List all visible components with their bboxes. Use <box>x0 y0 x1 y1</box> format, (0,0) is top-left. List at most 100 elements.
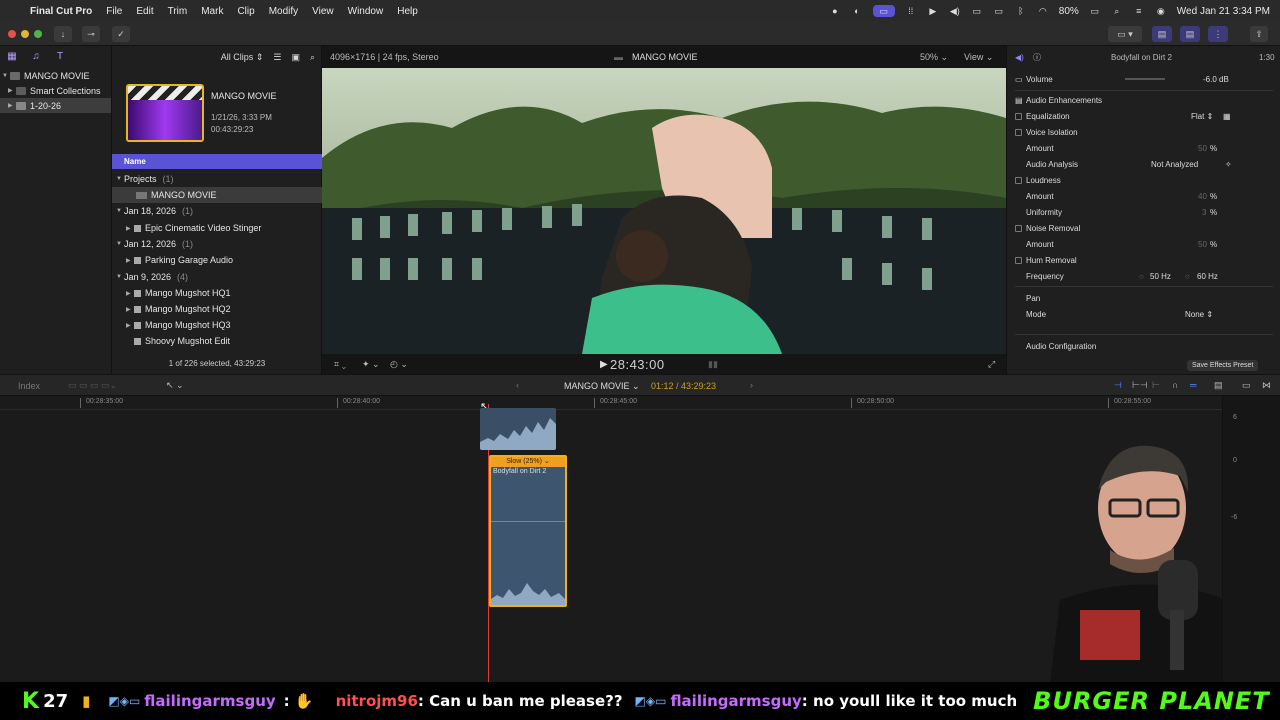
clip-appearance-icon[interactable]: ▣ <box>291 52 300 63</box>
clock[interactable]: Wed Jan 21 3:34 PM <box>1177 6 1270 17</box>
noise-removal-checkbox[interactable] <box>1015 224 1022 232</box>
enhance-tool-icon[interactable]: ✦ ⌄ <box>362 359 380 370</box>
library-item-smart-collections[interactable]: ▶ Smart Collections <box>0 83 111 98</box>
wifi-icon[interactable]: ◠ <box>1037 5 1049 17</box>
fullscreen-icon[interactable]: ⤢ <box>988 359 995 370</box>
inspector-toggle-icon[interactable]: ⋮ <box>1208 26 1228 42</box>
search-icon[interactable]: ⌕ <box>310 52 315 63</box>
record-icon[interactable]: ● <box>829 5 841 17</box>
headphones-icon[interactable]: ∩ <box>1172 380 1178 390</box>
solo-icon[interactable]: ⊢ <box>1152 380 1160 391</box>
equalization-popup[interactable]: Flat ⇕ <box>1191 112 1213 121</box>
pan-header[interactable]: Pan <box>1026 294 1040 303</box>
list-item-mugshot-hq2[interactable]: ▶ Mango Mugshot HQ2 <box>112 301 322 317</box>
zoom-window-button[interactable] <box>34 30 42 38</box>
transitions-browser-icon[interactable]: ⋈ <box>1262 380 1271 391</box>
control-center-icon[interactable]: ≡ <box>1133 5 1145 17</box>
volume-disclosure-icon[interactable]: ▭ <box>1015 75 1023 84</box>
zoom-popup[interactable]: 50% ⌄ <box>920 52 948 63</box>
menu-help[interactable]: Help <box>397 6 418 17</box>
audio-inspector-tab-icon[interactable]: ◀) <box>1015 53 1024 62</box>
audio-configuration-header[interactable]: Audio Configuration <box>1026 342 1096 351</box>
menu-edit[interactable]: Edit <box>136 6 153 17</box>
list-item-mugshot-hq3[interactable]: ▶ Mango Mugshot HQ3 <box>112 317 322 333</box>
volume-icon[interactable]: ◀) <box>949 5 961 17</box>
play-circle-icon[interactable]: ▶ <box>927 5 939 17</box>
edit-tools-icon[interactable]: ▭ ▭ ▭ ▭⌄ <box>68 380 117 391</box>
view-popup[interactable]: View ⌄ <box>964 52 993 63</box>
menu-trim[interactable]: Trim <box>168 6 188 17</box>
list-item-parking-garage-audio[interactable]: ▶ Parking Garage Audio <box>112 252 322 268</box>
timeline-project-name[interactable]: MANGO MOVIE ⌄ <box>564 381 640 392</box>
monitor-icon[interactable]: ▭ <box>993 5 1005 17</box>
clip-appearance-icon[interactable]: ▤ <box>1214 380 1223 391</box>
clip-filter-popup[interactable]: All Clips ⇕ <box>221 52 264 63</box>
hum-removal-checkbox[interactable] <box>1015 256 1022 264</box>
transform-tool-icon[interactable]: ⌗ ⌄ <box>334 359 346 370</box>
speed-tool-icon[interactable]: ◴ ⌄ <box>390 359 408 370</box>
timeline-back-icon[interactable]: ‹ <box>516 380 519 390</box>
list-item-mango-movie-project[interactable]: MANGO MOVIE <box>112 187 322 203</box>
nr-amount-value[interactable]: 50 <box>1198 240 1207 249</box>
menu-clip[interactable]: Clip <box>237 6 254 17</box>
freq-50-radio[interactable]: ○ <box>1139 272 1144 281</box>
project-thumbnail[interactable] <box>126 84 204 142</box>
timeline-index-button[interactable]: Index <box>18 381 40 391</box>
info-inspector-tab-icon[interactable]: ⓘ <box>1033 52 1041 63</box>
timecode-display[interactable]: 28:43:00 <box>610 357 665 372</box>
app-name-menu[interactable]: Final Cut Pro <box>30 6 92 17</box>
timeline-forward-icon[interactable]: › <box>750 380 753 390</box>
timeline-toggle-icon[interactable]: ▤ <box>1180 26 1200 42</box>
analyze-icon[interactable]: ✧ <box>1225 160 1232 169</box>
volume-value[interactable]: -6.0 dB <box>1203 75 1229 84</box>
list-view-icon[interactable]: ☰ <box>273 52 281 63</box>
close-window-button[interactable] <box>8 30 16 38</box>
background-tasks-icon[interactable]: ✓ <box>112 26 130 42</box>
menu-file[interactable]: File <box>106 6 122 17</box>
group-jan-18[interactable]: ▼ Jan 18, 2026 (1) <box>112 203 322 219</box>
loudness-checkbox[interactable] <box>1015 176 1022 184</box>
menu-view[interactable]: View <box>312 6 334 17</box>
play-button[interactable]: ▶ <box>600 359 608 370</box>
grid-icon[interactable]: ⁞⁞ <box>905 5 917 17</box>
screen-share-icon[interactable]: ▭ <box>872 5 895 17</box>
menu-modify[interactable]: Modify <box>269 6 298 17</box>
share-icon[interactable]: ⇪ <box>1250 26 1268 42</box>
select-tool-icon[interactable]: ↖ ⌄ <box>166 380 184 391</box>
library-item-event[interactable]: ▶ 1-20-26 <box>0 98 111 113</box>
group-projects[interactable]: ▼ Projects (1) <box>112 171 322 187</box>
timeline-ruler[interactable]: 00:28:35:00 00:28:40:00 00:28:45:00 00:2… <box>0 396 1222 410</box>
video-frame[interactable] <box>322 68 1006 354</box>
battery-icon[interactable]: ▭ <box>1089 5 1101 17</box>
eq-graph-icon[interactable]: ▦ <box>1223 112 1231 121</box>
list-item-epic-stinger[interactable]: ▶ Epic Cinematic Video Stinger <box>112 220 322 236</box>
vi-amount-value[interactable]: 50 <box>1198 144 1207 153</box>
timeline[interactable]: 00:28:35:00 00:28:40:00 00:28:45:00 00:2… <box>0 396 1222 682</box>
menu-window[interactable]: Window <box>348 6 384 17</box>
equalization-checkbox[interactable] <box>1015 112 1022 120</box>
volume-slider[interactable] <box>1125 78 1165 80</box>
keywords-icon[interactable]: ⊸ <box>82 26 100 42</box>
save-effects-preset-button[interactable]: Save Effects Preset <box>1187 359 1259 371</box>
effects-browser-icon[interactable]: ▭ <box>1242 380 1251 391</box>
display-icon[interactable]: ▭ <box>971 5 983 17</box>
spotlight-search-icon[interactable]: ⌕ <box>1111 5 1123 17</box>
audio-skimming-icon[interactable]: ⊢⊣ <box>1132 380 1148 391</box>
libraries-tab-icon[interactable]: ▦ <box>6 51 18 63</box>
name-column-header[interactable]: Name <box>112 154 322 169</box>
minimize-window-button[interactable] <box>21 30 29 38</box>
menu-mark[interactable]: Mark <box>201 6 223 17</box>
photos-audio-tab-icon[interactable]: ♫ <box>30 51 42 63</box>
audio-clip-waveform[interactable] <box>480 408 556 450</box>
skimming-icon[interactable]: ⊣ <box>1114 380 1122 391</box>
group-jan-12[interactable]: ▼ Jan 12, 2026 (1) <box>112 236 322 252</box>
browser-toggle-icon[interactable]: ▤ <box>1152 26 1172 42</box>
list-item-mugshot-hq1[interactable]: ▶ Mango Mugshot HQ1 <box>112 285 322 301</box>
loudness-amount-value[interactable]: 40 <box>1198 192 1207 201</box>
bluetooth-icon[interactable]: ᛒ <box>1015 5 1027 17</box>
obs-icon[interactable]: ◐ <box>851 5 863 17</box>
freq-60-radio[interactable]: ○ <box>1185 272 1190 281</box>
library-item-mango-movie[interactable]: ▼ MANGO MOVIE <box>0 68 111 83</box>
group-jan-9[interactable]: ▼ Jan 9, 2026 (4) <box>112 269 322 285</box>
titles-generators-tab-icon[interactable]: T <box>54 51 66 63</box>
